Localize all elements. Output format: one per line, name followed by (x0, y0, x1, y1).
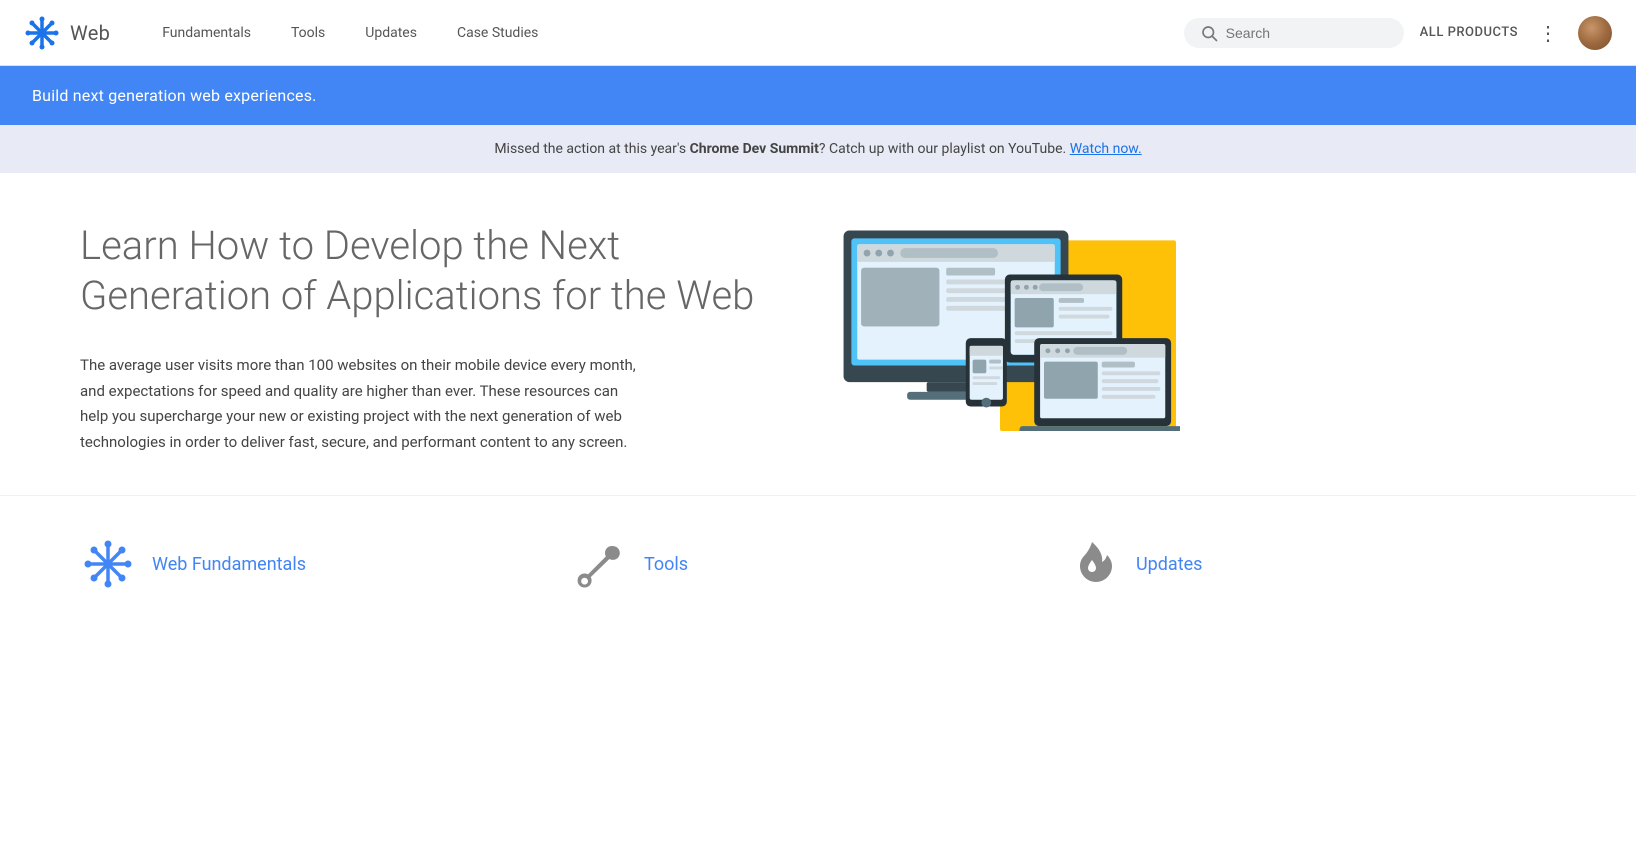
logo-text: Web (70, 21, 110, 45)
main-text-block: Learn How to Develop the Next Generation… (80, 221, 780, 455)
logo-link[interactable]: Web (24, 15, 110, 51)
nav-item-case-studies[interactable]: Case Studies (437, 0, 558, 66)
updates-icon (1064, 536, 1120, 592)
header: Web Fundamentals Tools Updates Case Stud… (0, 0, 1636, 66)
tools-icon (572, 536, 628, 592)
announcement-highlight: Chrome Dev Summit (690, 141, 819, 157)
card-updates[interactable]: Updates (1064, 516, 1556, 612)
announcement-suffix: ? Catch up with our playlist on YouTube. (819, 141, 1070, 157)
main-description: The average user visits more than 100 we… (80, 353, 640, 455)
web-fundamentals-icon (80, 536, 136, 592)
main-heading: Learn How to Develop the Next Generation… (80, 221, 780, 321)
more-options-button[interactable]: ⋮ (1534, 19, 1562, 47)
bottom-cards: Web Fundamentals Tools Updates (0, 495, 1636, 612)
main-nav: Fundamentals Tools Updates Case Studies (142, 0, 1183, 66)
illustration (820, 211, 1180, 431)
card-web-fundamentals-label: Web Fundamentals (152, 554, 306, 575)
devices-illustration (820, 211, 1180, 431)
card-tools-label: Tools (644, 554, 688, 575)
avatar-image (1578, 16, 1612, 50)
search-bar[interactable] (1184, 18, 1404, 48)
header-right: ALL PRODUCTS ⋮ (1184, 16, 1612, 50)
search-icon (1200, 24, 1218, 42)
blue-banner-text: Build next generation web experiences. (32, 86, 317, 105)
nav-item-updates[interactable]: Updates (345, 0, 437, 66)
main-content: Learn How to Develop the Next Generation… (0, 173, 1636, 495)
search-input[interactable] (1226, 25, 1386, 41)
watch-now-link[interactable]: Watch now. (1070, 141, 1142, 157)
announcement-text: Missed the action at this year's Chrome … (494, 141, 1141, 157)
announcement-prefix: Missed the action at this year's (494, 141, 689, 157)
user-avatar[interactable] (1578, 16, 1612, 50)
blue-banner: Build next generation web experiences. (0, 66, 1636, 125)
nav-item-tools[interactable]: Tools (271, 0, 345, 66)
logo-icon (24, 15, 60, 51)
all-products-button[interactable]: ALL PRODUCTS (1420, 25, 1518, 40)
card-tools[interactable]: Tools (572, 516, 1064, 612)
nav-item-fundamentals[interactable]: Fundamentals (142, 0, 271, 66)
card-updates-label: Updates (1136, 554, 1202, 575)
announcement-banner: Missed the action at this year's Chrome … (0, 125, 1636, 173)
card-web-fundamentals[interactable]: Web Fundamentals (80, 516, 572, 612)
